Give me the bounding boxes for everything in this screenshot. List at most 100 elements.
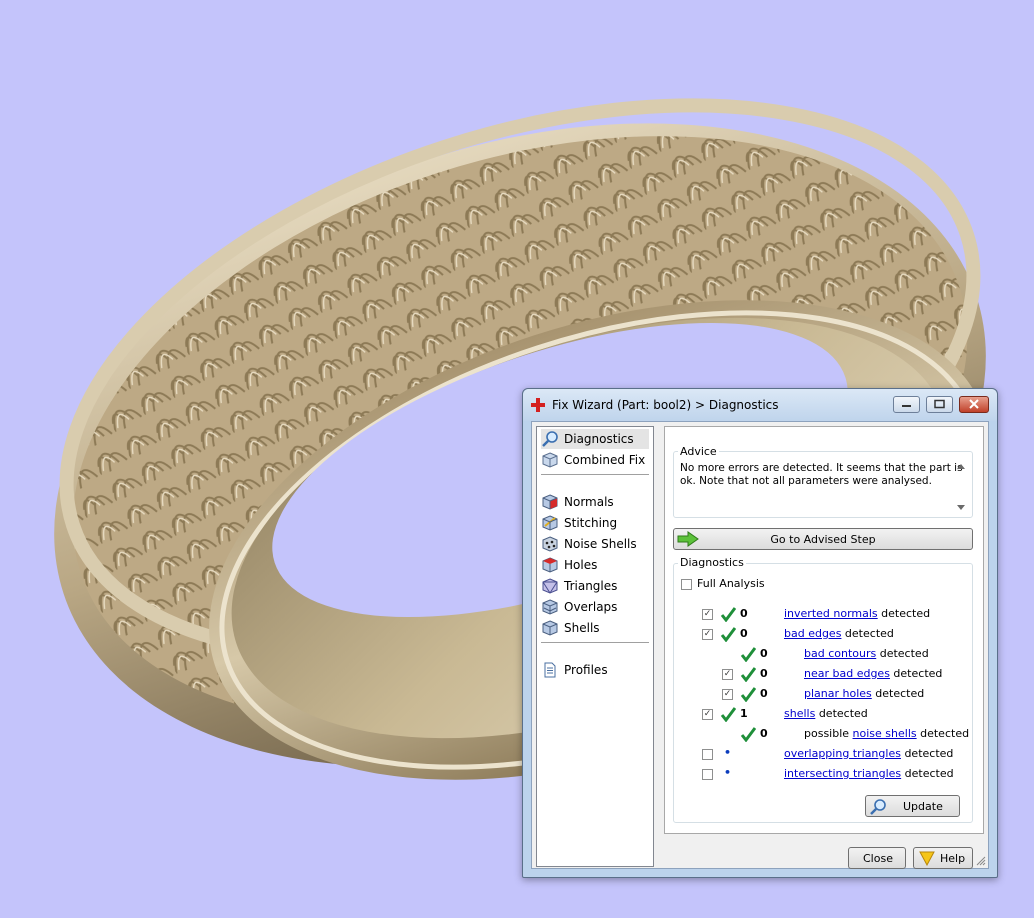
shells-count: 1 (740, 707, 748, 720)
maximize-button[interactable] (926, 396, 953, 413)
row-suffix: detected (877, 607, 931, 620)
holes-cube-icon (542, 557, 558, 573)
nav-label: Normals (564, 495, 614, 509)
overlapping-triangles-row: overlapping triangles detected (784, 747, 953, 760)
row-suffix: detected (876, 647, 929, 660)
row-suffix: detected (916, 727, 970, 740)
close-label: Close (863, 852, 893, 865)
intersecting-triangles-checkbox[interactable] (702, 769, 713, 780)
minimize-icon (902, 405, 911, 407)
diagnostics-group-label: Diagnostics (678, 556, 746, 569)
document-icon (544, 662, 556, 678)
intersecting-triangles-link[interactable]: intersecting triangles (784, 767, 901, 780)
planar-holes-checkbox[interactable]: ✓ (722, 689, 733, 700)
near-bad-edges-row: near bad edges detected (804, 667, 942, 680)
checkmark-icon (740, 727, 756, 742)
nav-item-shells[interactable]: Shells (541, 618, 600, 638)
row-suffix: detected (871, 687, 925, 700)
update-button[interactable]: Update (865, 795, 960, 817)
nav-item-holes[interactable]: Holes (541, 555, 597, 575)
fix-wizard-dialog: Fix Wizard (Part: bool2) > Diagnostics D… (522, 388, 998, 878)
nav-item-combined-fix[interactable]: Combined Fix (541, 450, 645, 470)
diagnostics-panel: Advice No more errors are detected. It s… (664, 426, 984, 834)
normals-cube-icon (542, 494, 558, 510)
advice-scrollbar[interactable] (954, 460, 968, 514)
bad-contours-link[interactable]: bad contours (804, 647, 876, 660)
noise-shells-count: 0 (760, 727, 768, 740)
checkmark-icon (720, 707, 736, 722)
overlapping-triangles-status: • (724, 746, 732, 759)
nav-item-normals[interactable]: Normals (541, 492, 614, 512)
intersecting-triangles-status: • (724, 766, 732, 779)
nav-separator (541, 474, 649, 475)
near-bad-edges-count: 0 (760, 667, 768, 680)
bad-edges-link[interactable]: bad edges (784, 627, 841, 640)
advice-group: Advice No more errors are detected. It s… (673, 445, 973, 518)
noise-shells-link[interactable]: noise shells (853, 727, 917, 740)
update-label: Update (903, 800, 943, 813)
overlaps-cube-icon (542, 599, 558, 615)
nav-label: Shells (564, 621, 600, 635)
minimize-button[interactable] (893, 396, 920, 413)
row-suffix: detected (841, 627, 894, 640)
overlapping-triangles-checkbox[interactable] (702, 749, 713, 760)
advice-text: No more errors are detected. It seems th… (680, 462, 964, 514)
nav-item-noise-shells[interactable]: Noise Shells (541, 534, 637, 554)
intersecting-triangles-row: intersecting triangles detected (784, 767, 954, 780)
nav-item-overlaps[interactable]: Overlaps (541, 597, 617, 617)
checkmark-icon (720, 607, 736, 622)
nav-label: Profiles (564, 663, 608, 677)
shells-row: shells detected (784, 707, 868, 720)
inverted-normals-checkbox[interactable]: ✓ (702, 609, 713, 620)
near-bad-edges-link[interactable]: near bad edges (804, 667, 890, 680)
scroll-down-arrow-icon[interactable] (957, 505, 965, 510)
inverted-normals-link[interactable]: inverted normals (784, 607, 878, 620)
nav-item-diagnostics[interactable]: Diagnostics (541, 429, 649, 449)
planar-holes-row: planar holes detected (804, 687, 924, 700)
nav-item-profiles[interactable]: Profiles (541, 660, 608, 680)
dialog-client-area: Diagnostics Combined Fix Normals Stitchi… (531, 421, 989, 869)
row-prefix: possible (804, 727, 853, 740)
advice-group-label: Advice (678, 445, 719, 458)
nav-label: Holes (564, 558, 598, 572)
overlapping-triangles-link[interactable]: overlapping triangles (784, 747, 901, 760)
row-suffix: detected (900, 747, 954, 760)
close-button[interactable]: Close (848, 847, 906, 869)
near-bad-edges-checkbox[interactable]: ✓ (722, 669, 733, 680)
go-to-advised-step-button[interactable]: Go to Advised Step (673, 528, 973, 550)
full-analysis-checkbox[interactable] (681, 579, 692, 590)
checkmark-icon (740, 667, 756, 682)
cube-icon (542, 452, 558, 468)
nav-item-stitching[interactable]: Stitching (541, 513, 617, 533)
planar-holes-count: 0 (760, 687, 768, 700)
inverted-normals-row: inverted normals detected (784, 607, 930, 620)
close-icon (969, 399, 979, 409)
planar-holes-link[interactable]: planar holes (804, 687, 872, 700)
magnifier-icon (870, 799, 886, 815)
bad-contours-row: bad contours detected (804, 647, 929, 660)
title-bar[interactable]: Fix Wizard (Part: bool2) > Diagnostics (523, 389, 997, 421)
triangles-cube-icon (542, 578, 558, 594)
row-suffix: detected (889, 667, 943, 680)
row-suffix: detected (815, 707, 868, 720)
nav-label: Diagnostics (564, 432, 634, 446)
bad-contours-count: 0 (760, 647, 768, 660)
fix-step-list: Diagnostics Combined Fix Normals Stitchi… (536, 426, 654, 867)
shells-cube-icon (542, 620, 558, 636)
nav-label: Stitching (564, 516, 618, 530)
bad-edges-row: bad edges detected (784, 627, 894, 640)
window-title: Fix Wizard (Part: bool2) > Diagnostics (552, 398, 779, 412)
noise-shells-icon (542, 536, 558, 552)
shells-link[interactable]: shells (784, 707, 815, 720)
nav-label: Combined Fix (564, 453, 646, 467)
shells-checkbox[interactable]: ✓ (702, 709, 713, 720)
resize-grip-icon[interactable] (976, 856, 986, 866)
help-triangle-icon (919, 851, 935, 866)
help-button[interactable]: Help (913, 847, 973, 869)
scroll-up-arrow-icon[interactable] (957, 464, 965, 469)
bad-edges-count: 0 (740, 627, 748, 640)
nav-item-triangles[interactable]: Triangles (541, 576, 617, 596)
bad-edges-checkbox[interactable]: ✓ (702, 629, 713, 640)
close-window-button[interactable] (959, 396, 989, 413)
magnifier-icon (542, 431, 558, 447)
